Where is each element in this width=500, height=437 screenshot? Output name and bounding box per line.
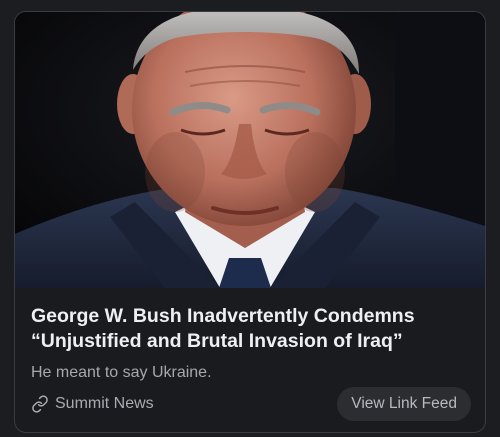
article-image[interactable] — [15, 12, 485, 288]
source-name: Summit News — [55, 395, 154, 412]
headline-line-1: George W. Bush Inadvertently Condemns — [31, 305, 415, 327]
card-text: George W. Bush Inadvertently Condemns “U… — [31, 304, 471, 383]
subtitle: He meant to say Ukraine. — [31, 364, 212, 381]
link-preview-card[interactable]: George W. Bush Inadvertently Condemns “U… — [14, 11, 486, 433]
source-link[interactable]: Summit News — [31, 395, 154, 413]
card-footer: Summit News View Link Feed — [31, 387, 471, 421]
link-icon — [31, 395, 49, 413]
headline[interactable]: George W. Bush Inadvertently Condemns “U… — [31, 304, 471, 354]
headline-line-2: “Unjustified and Brutal Invasion of Iraq… — [31, 330, 403, 352]
portrait-illustration — [15, 12, 485, 288]
view-link-feed-button[interactable]: View Link Feed — [337, 387, 471, 421]
